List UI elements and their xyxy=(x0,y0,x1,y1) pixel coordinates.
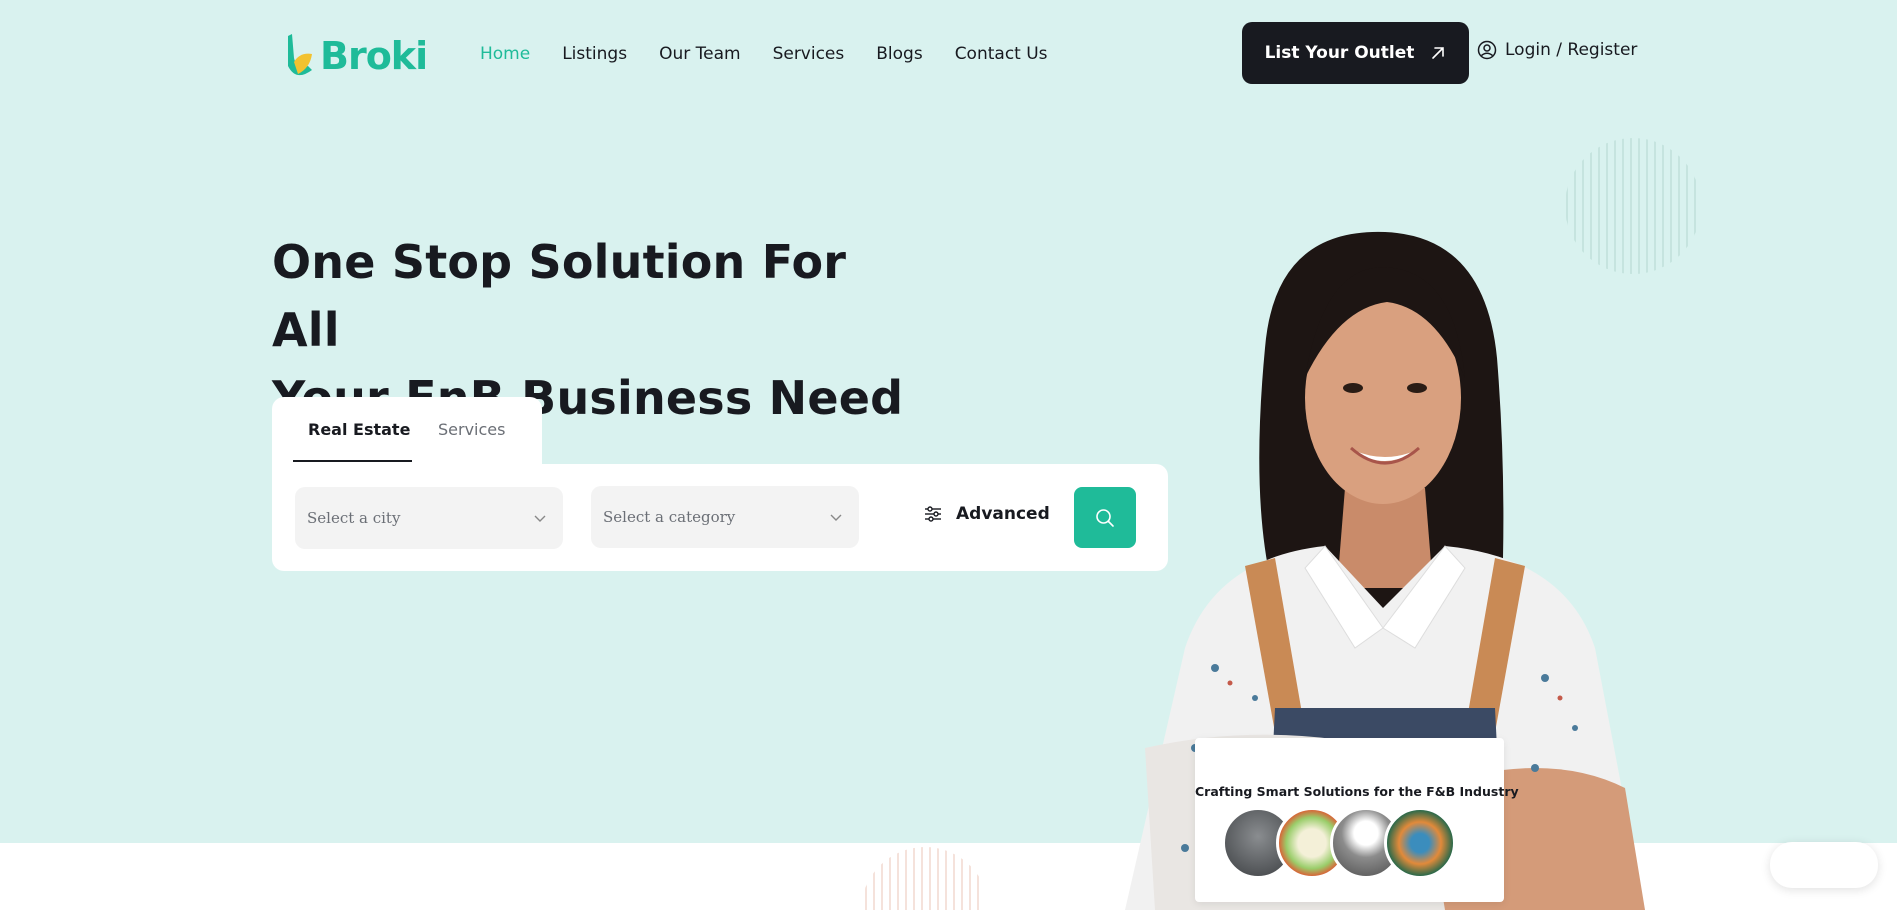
category-select-placeholder: Select a category xyxy=(603,508,736,526)
city-select[interactable]: Select a city xyxy=(295,487,563,549)
list-your-outlet-button[interactable]: List Your Outlet xyxy=(1242,22,1469,84)
nav-item-blogs[interactable]: Blogs xyxy=(876,44,922,64)
tab-real-estate[interactable]: Real Estate xyxy=(308,420,410,439)
promo-card: Crafting Smart Solutions for the F&B Ind… xyxy=(1195,738,1519,902)
advanced-filter-button[interactable]: Advanced xyxy=(924,504,1050,524)
brand-logo[interactable]: Broki xyxy=(282,32,428,80)
advanced-filter-label: Advanced xyxy=(956,504,1050,524)
search-panel: Select a city Select a category Advanced xyxy=(272,464,1168,571)
category-select[interactable]: Select a category xyxy=(591,486,859,548)
chevron-down-icon xyxy=(830,514,842,521)
nav-item-listings[interactable]: Listings xyxy=(562,44,627,64)
chat-widget-button[interactable] xyxy=(1770,842,1878,888)
nav-item-contact-us[interactable]: Contact Us xyxy=(955,44,1048,64)
nav-item-our-team[interactable]: Our Team xyxy=(659,44,740,64)
nav-item-home[interactable]: Home xyxy=(480,44,530,64)
brand-name: Broki xyxy=(320,34,428,78)
tab-services[interactable]: Services xyxy=(438,420,505,439)
search-tabs: Real Estate Services xyxy=(272,397,542,464)
nav-item-services[interactable]: Services xyxy=(773,44,845,64)
chevron-down-icon xyxy=(534,515,546,522)
user-circle-icon xyxy=(1477,40,1497,60)
arrow-up-right-icon xyxy=(1432,47,1445,59)
logo-mark-icon xyxy=(288,34,312,76)
restaurant-thumbnail xyxy=(1384,807,1456,879)
login-register-label: Login / Register xyxy=(1505,40,1638,60)
striped-circle-decoration xyxy=(865,847,979,910)
sliders-icon xyxy=(925,506,941,522)
hero-headline-line-1: One Stop Solution For All xyxy=(272,235,847,357)
search-icon xyxy=(1096,508,1114,527)
login-register-link[interactable]: Login / Register xyxy=(1477,40,1637,60)
city-select-placeholder: Select a city xyxy=(307,509,401,527)
promo-card-title: Crafting Smart Solutions for the F&B Ind… xyxy=(1195,784,1519,799)
list-your-outlet-label: List Your Outlet xyxy=(1264,43,1415,63)
main-nav: Home Listings Our Team Services Blogs Co… xyxy=(480,44,1080,64)
active-tab-indicator xyxy=(293,460,412,462)
